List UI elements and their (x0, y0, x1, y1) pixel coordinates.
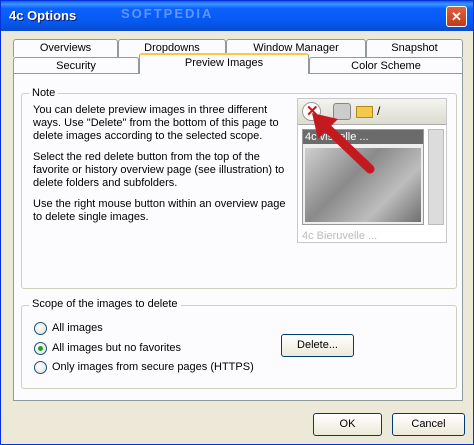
radio-label: Only images from secure pages (HTTPS) (52, 361, 254, 373)
tab-panel: Note You can delete preview images in th… (13, 73, 463, 401)
radio-button-selected[interactable] (34, 342, 47, 355)
cancel-button[interactable]: Cancel (392, 413, 465, 436)
tab-overviews[interactable]: Overviews (13, 39, 118, 57)
close-button[interactable]: ✕ (446, 6, 467, 27)
watermark: SOFTPEDIA (121, 6, 214, 21)
tab-preview-images[interactable]: Preview Images (139, 53, 309, 74)
close-icon: ✕ (451, 9, 462, 24)
scope-group-label: Scope of the images to delete (29, 298, 181, 310)
options-dialog: 4c Options SOFTPEDIA ✕ Overviews Dropdow… (0, 0, 474, 445)
note-paragraph: You can delete preview images in three d… (33, 104, 279, 142)
delete-button[interactable]: Delete... (281, 334, 354, 357)
radio-label: All images but no favorites (52, 342, 182, 354)
title-bar[interactable]: 4c Options SOFTPEDIA ✕ (1, 1, 473, 31)
ok-button[interactable]: OK (313, 413, 382, 436)
note-group-label: Note (29, 87, 59, 99)
window-title: 4c Options (9, 8, 77, 23)
radio-button[interactable] (34, 322, 47, 335)
radio-button[interactable] (34, 361, 47, 374)
note-paragraph: Use the right mouse button within an ove… (33, 198, 286, 223)
note-paragraph: Select the red delete button from the to… (33, 151, 285, 189)
note-text: You can delete preview images in three d… (33, 104, 289, 232)
illustration-image: ✕ / 4c visuelle ... 4c Bieruvelle ... (297, 98, 447, 243)
arrow-icon (312, 113, 375, 174)
radio-label: All images (52, 322, 103, 334)
tab-snapshot[interactable]: Snapshot (366, 39, 463, 57)
